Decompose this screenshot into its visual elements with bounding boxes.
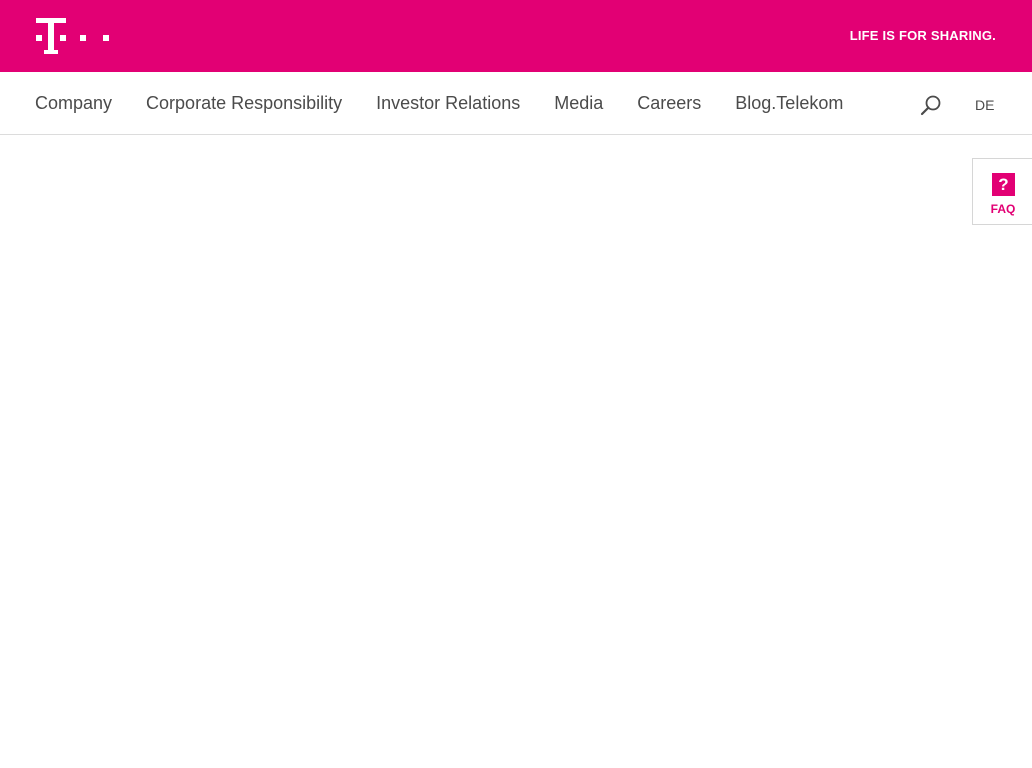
telekom-logo[interactable] [36, 18, 110, 54]
brand-slogan: LIFE IS FOR SHARING. [849, 28, 996, 43]
nav-item-company[interactable]: Company [35, 93, 112, 114]
search-button[interactable] [920, 94, 942, 116]
faq-button[interactable]: ? FAQ [972, 158, 1032, 225]
search-icon [920, 95, 941, 116]
question-mark-icon: ? [992, 173, 1015, 196]
main-navigation: Company Corporate Responsibility Investo… [0, 72, 1032, 135]
top-brand-bar: LIFE IS FOR SHARING. [0, 0, 1032, 72]
nav-item-media[interactable]: Media [554, 93, 603, 114]
language-switch-button[interactable]: DE [975, 97, 994, 113]
telekom-t-logo-icon [36, 18, 109, 54]
nav-item-careers[interactable]: Careers [637, 93, 701, 114]
nav-item-corporate-responsibility[interactable]: Corporate Responsibility [146, 93, 342, 114]
nav-item-blog-telekom[interactable]: Blog.Telekom [735, 93, 843, 114]
nav-item-investor-relations[interactable]: Investor Relations [376, 93, 520, 114]
faq-label: FAQ [990, 202, 1016, 216]
nav-item-list: Company Corporate Responsibility Investo… [35, 72, 877, 134]
